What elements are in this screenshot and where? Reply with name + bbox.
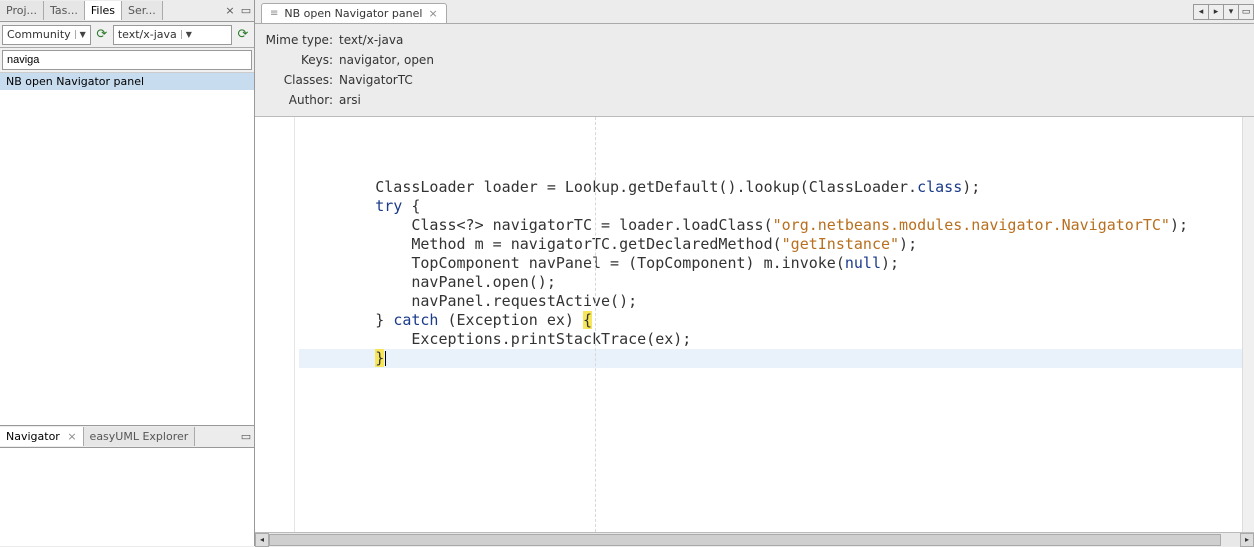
filter-row bbox=[0, 48, 254, 73]
meta-author-label: Author: bbox=[265, 90, 333, 110]
tab-easyuml[interactable]: easyUML Explorer bbox=[84, 427, 196, 446]
left-bottom-section: Navigator × easyUML Explorer ▭ bbox=[0, 426, 254, 546]
tabstrip-controls: ◂ ▸ ▾ ▭ bbox=[1194, 4, 1254, 20]
snippet-toolbar: Community ▼ ⟳ text/x-java ▼ ⟳ bbox=[0, 22, 254, 48]
left-panel: Proj... Tas... Files Ser... × ▭ Communit… bbox=[0, 0, 255, 546]
snippet-list[interactable]: NB open Navigator panel bbox=[0, 73, 254, 425]
navigator-content bbox=[0, 448, 254, 546]
error-stripe[interactable] bbox=[1242, 117, 1254, 532]
chevron-down-icon: ▼ bbox=[181, 30, 192, 39]
main-panel: ≡ NB open Navigator panel × ◂ ▸ ▾ ▭ Mime… bbox=[255, 0, 1254, 546]
editor-tab-label: NB open Navigator panel bbox=[284, 7, 422, 20]
mimetype-combo[interactable]: text/x-java ▼ bbox=[113, 25, 232, 45]
code-content[interactable]: ClassLoader loader = Lookup.getDefault()… bbox=[295, 117, 1242, 532]
close-icon[interactable]: × bbox=[67, 430, 76, 443]
tab-label: Navigator bbox=[6, 430, 60, 443]
maximize-icon[interactable]: ▭ bbox=[1238, 4, 1254, 20]
scope-combo-value: Community bbox=[7, 28, 71, 41]
scope-combo[interactable]: Community ▼ bbox=[2, 25, 91, 45]
text-caret bbox=[385, 351, 386, 366]
horizontal-scrollbar[interactable]: ◂ ▸ bbox=[255, 532, 1254, 546]
meta-keys-value: navigator, open bbox=[339, 50, 434, 70]
left-top-section: Proj... Tas... Files Ser... × ▭ Communit… bbox=[0, 0, 254, 426]
minimize-icon[interactable]: ▭ bbox=[238, 4, 254, 17]
mimetype-combo-value: text/x-java bbox=[118, 28, 177, 41]
bottom-tab-strip: Navigator × easyUML Explorer ▭ bbox=[0, 426, 254, 448]
meta-keys-label: Keys: bbox=[265, 50, 333, 70]
close-icon[interactable]: × bbox=[222, 4, 238, 17]
refresh-icon[interactable]: ⟳ bbox=[93, 26, 111, 44]
nav-back-icon[interactable]: ◂ bbox=[1193, 4, 1209, 20]
side-tab-tasks[interactable]: Tas... bbox=[44, 1, 85, 20]
minimize-icon[interactable]: ▭ bbox=[238, 430, 254, 443]
meta-panel: Mime type: text/x-java Keys: navigator, … bbox=[255, 24, 1254, 117]
editor-tab[interactable]: ≡ NB open Navigator panel × bbox=[261, 3, 447, 23]
code-editor[interactable]: ClassLoader loader = Lookup.getDefault()… bbox=[255, 117, 1254, 546]
meta-mimetype-label: Mime type: bbox=[265, 30, 333, 50]
scroll-right-icon[interactable]: ▸ bbox=[1240, 533, 1254, 547]
meta-classes-label: Classes: bbox=[265, 70, 333, 90]
document-icon: ≡ bbox=[270, 8, 278, 19]
side-tab-strip: Proj... Tas... Files Ser... × ▭ bbox=[0, 0, 254, 22]
list-item[interactable]: NB open Navigator panel bbox=[0, 73, 254, 90]
meta-classes-value: NavigatorTC bbox=[339, 70, 413, 90]
meta-author-value: arsi bbox=[339, 90, 361, 110]
indent-guide bbox=[595, 117, 596, 532]
tab-navigator[interactable]: Navigator × bbox=[0, 427, 84, 446]
meta-mimetype-value: text/x-java bbox=[339, 30, 403, 50]
chevron-down-icon[interactable]: ▾ bbox=[1223, 4, 1239, 20]
scroll-thumb[interactable] bbox=[269, 534, 1221, 546]
gutter bbox=[255, 117, 295, 532]
side-tab-files[interactable]: Files bbox=[85, 1, 122, 20]
editor-tab-strip: ≡ NB open Navigator panel × ◂ ▸ ▾ ▭ bbox=[255, 0, 1254, 24]
side-tab-services[interactable]: Ser... bbox=[122, 1, 163, 20]
nav-forward-icon[interactable]: ▸ bbox=[1208, 4, 1224, 20]
refresh-icon[interactable]: ⟳ bbox=[234, 26, 252, 44]
chevron-down-icon: ▼ bbox=[75, 30, 86, 39]
filter-input[interactable] bbox=[2, 50, 252, 70]
scroll-left-icon[interactable]: ◂ bbox=[255, 533, 269, 547]
close-icon[interactable]: × bbox=[428, 7, 437, 20]
scroll-track[interactable] bbox=[269, 533, 1240, 547]
side-tab-projects[interactable]: Proj... bbox=[0, 1, 44, 20]
